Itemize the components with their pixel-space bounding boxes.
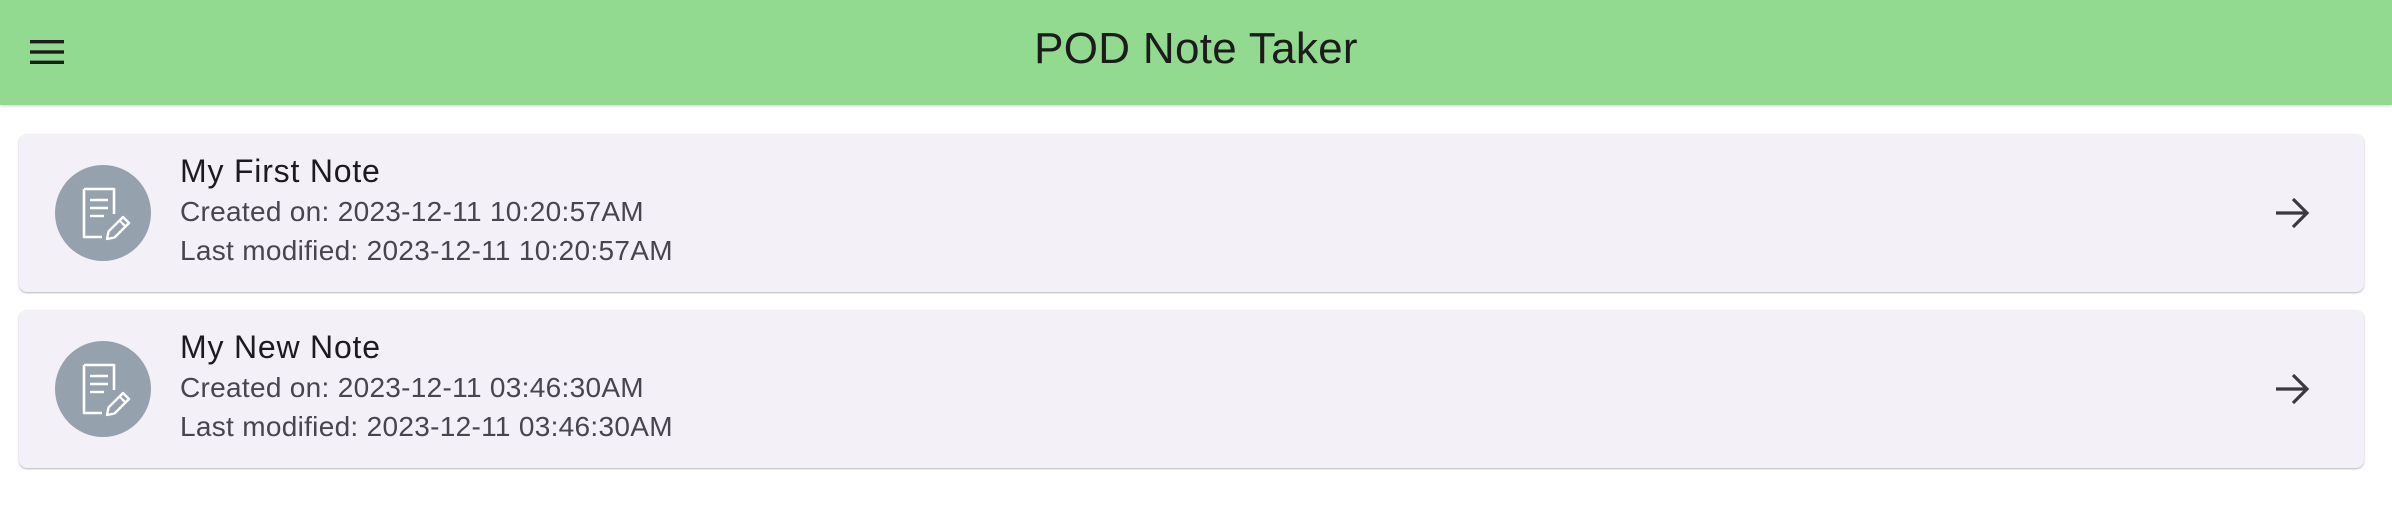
note-edit-icon — [82, 363, 131, 417]
note-title: My First Note — [180, 153, 381, 189]
notes-list: My First Note Created on: 2023-12-11 10:… — [19, 134, 2364, 486]
note-details: My First Note Created on: 2023-12-11 10:… — [180, 152, 673, 270]
arrow-forward-icon — [2276, 197, 2310, 229]
note-modified-date: Last modified: 2023-12-11 10:20:57AM — [180, 235, 673, 266]
app-title: POD Note Taker — [1034, 24, 1358, 73]
note-card[interactable]: My First Note Created on: 2023-12-11 10:… — [19, 134, 2364, 292]
open-note-button[interactable] — [2264, 361, 2320, 417]
open-note-button[interactable] — [2264, 185, 2320, 241]
note-edit-icon — [82, 187, 131, 241]
note-card[interactable]: My New Note Created on: 2023-12-11 03:46… — [19, 310, 2364, 468]
note-details: My New Note Created on: 2023-12-11 03:46… — [180, 328, 673, 446]
app-bar: POD Note Taker — [0, 0, 2392, 105]
note-title: My New Note — [180, 329, 381, 365]
note-created-date: Created on: 2023-12-11 03:46:30AM — [180, 372, 644, 403]
arrow-forward-icon — [2276, 373, 2310, 405]
note-created-date: Created on: 2023-12-11 10:20:57AM — [180, 196, 644, 227]
note-modified-date: Last modified: 2023-12-11 03:46:30AM — [180, 411, 673, 442]
note-avatar — [55, 341, 151, 437]
note-avatar — [55, 165, 151, 261]
